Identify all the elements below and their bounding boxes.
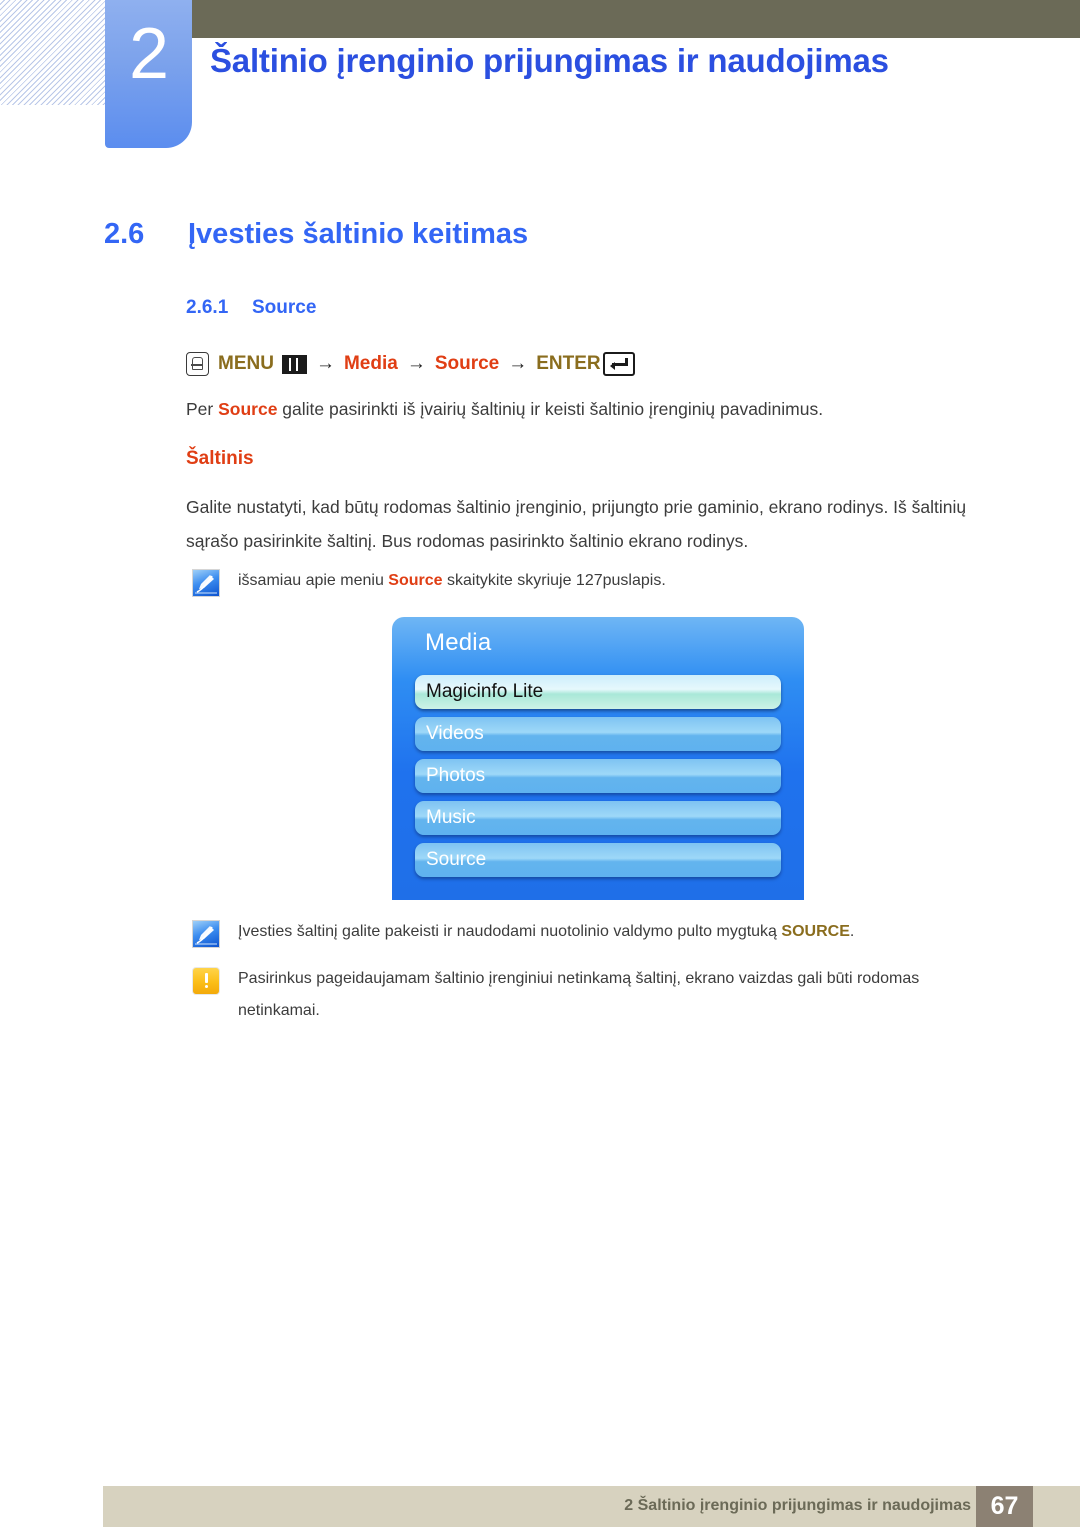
subsection-heading: 2.6.1 Source xyxy=(186,297,316,319)
chapter-title: Šaltinio įrenginio prijungimas ir naudoj… xyxy=(210,42,889,79)
body-paragraph: Galite nustatyti, kad būtų rodomas šalti… xyxy=(186,497,967,551)
osd-menu-item-music[interactable]: Music xyxy=(415,801,781,835)
section-heading: 2.6 Įvesties šaltinio keitimas xyxy=(104,218,528,251)
osd-menu-item-photos[interactable]: Photos xyxy=(415,759,781,793)
page-header: 2 Šaltinio įrenginio prijungimas ir naud… xyxy=(0,0,1080,160)
section-title: Įvesties šaltinio keitimas xyxy=(188,218,529,250)
warning-note-item: Pasirinkus pageidaujamam šaltinio įrengi… xyxy=(192,963,982,1027)
intro-text-before: Per xyxy=(186,399,219,419)
menu-path-breadcrumb: MENU → Media → Source → ENTER xyxy=(186,352,635,376)
osd-menu-item-source[interactable]: Source xyxy=(415,843,781,877)
footer-chapter-text: 2 Šaltinio įrenginio prijungimas ir naud… xyxy=(624,1497,971,1514)
decorative-hatch-pattern xyxy=(0,0,108,105)
enter-label: ENTER xyxy=(536,353,601,374)
note-text-after: skaitykite skyriuje 127puslapis. xyxy=(442,572,666,589)
page-footer: 2 Šaltinio įrenginio prijungimas ir naud… xyxy=(103,1486,1080,1527)
note-highlight: SOURCE xyxy=(781,923,850,940)
note-text: išsamiau apie meniu Source skaitykite sk… xyxy=(238,565,666,597)
note-pen-icon xyxy=(192,569,220,597)
osd-item-label: Photos xyxy=(426,765,486,786)
hand-press-icon xyxy=(186,352,209,376)
path-arrow-1: → xyxy=(315,353,335,374)
note-item: išsamiau apie meniu Source skaitykite sk… xyxy=(192,565,992,597)
intro-highlight: Source xyxy=(218,399,278,419)
osd-item-label: Magicinfo Lite xyxy=(426,681,544,702)
path-arrow-2: → xyxy=(406,353,426,374)
note-pen-icon xyxy=(192,920,220,948)
enter-key-icon xyxy=(602,352,635,376)
warning-note-text: Pasirinkus pageidaujamam šaltinio įrengi… xyxy=(238,970,920,1019)
note-text-after: . xyxy=(849,923,855,940)
subheading-saltinis: Šaltinis xyxy=(186,448,254,469)
path-item-media: Media xyxy=(343,353,398,374)
menu-label: MENU xyxy=(218,353,274,374)
osd-item-label: Source xyxy=(426,849,487,870)
osd-media-menu: Media Magicinfo Lite Videos Photos Music… xyxy=(392,617,804,900)
header-olive-bar xyxy=(192,0,1080,38)
path-arrow-3: → xyxy=(508,353,528,374)
osd-item-label: Videos xyxy=(426,723,484,744)
chapter-tab: 2 xyxy=(105,0,192,148)
warning-icon xyxy=(192,967,220,995)
osd-menu-item-videos[interactable]: Videos xyxy=(415,717,781,751)
note-text-before: Įvesties šaltinį galite pakeisti ir naud… xyxy=(238,923,782,940)
intro-paragraph: Per Source galite pasirinkti iš įvairių … xyxy=(186,392,986,426)
section-number: 2.6 xyxy=(104,218,145,250)
osd-menu-title: Media xyxy=(425,629,492,656)
subsection-title: Source xyxy=(252,297,317,318)
page-number: 67 xyxy=(976,1486,1033,1527)
osd-menu-item-magicinfo-lite[interactable]: Magicinfo Lite xyxy=(415,675,781,709)
intro-text-after: galite pasirinkti iš įvairių šaltinių ir… xyxy=(277,399,824,419)
osd-item-label: Music xyxy=(426,807,476,828)
note-text: Įvesties šaltinį galite pakeisti ir naud… xyxy=(238,916,854,948)
path-item-source: Source xyxy=(434,353,500,374)
osd-menu-list: Magicinfo Lite Videos Photos Music Sourc… xyxy=(415,675,781,885)
menu-bars-icon xyxy=(281,354,307,374)
note-highlight: Source xyxy=(388,572,443,589)
note-text-before: išsamiau apie meniu xyxy=(238,572,389,589)
chapter-number: 2 xyxy=(128,14,169,94)
note-item: Įvesties šaltinį galite pakeisti ir naud… xyxy=(192,916,992,948)
subsection-number: 2.6.1 xyxy=(186,297,229,318)
